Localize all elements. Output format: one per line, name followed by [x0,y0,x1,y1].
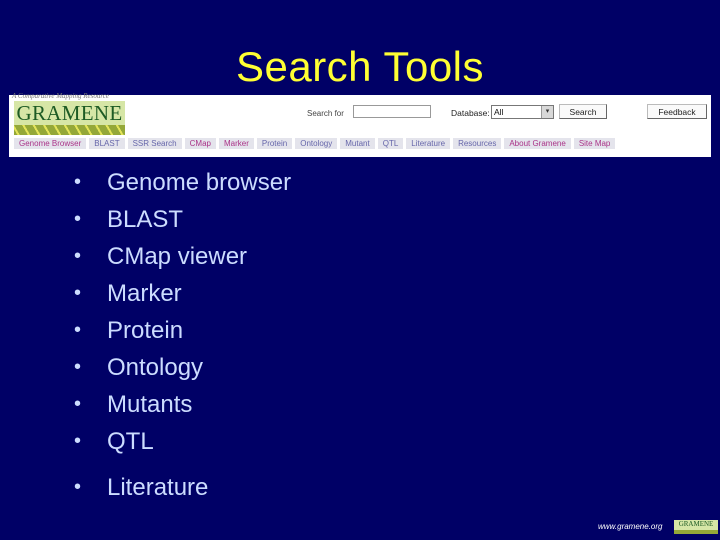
chevron-down-icon[interactable]: ▾ [541,106,553,118]
nav-tab-qtl[interactable]: QTL [377,138,404,149]
bullet-text: Genome browser [107,169,292,196]
gramene-logo-text: GRAMENE [16,101,123,125]
gramene-logo[interactable]: GRAMENE [14,101,125,135]
gramene-header-screenshot: A Comparative Mapping Resource GRAMENE S… [9,92,711,157]
nav-tab-cmap[interactable]: CMap [184,138,216,149]
search-label: Search for [307,109,344,118]
nav-tab-literature[interactable]: Literature [406,138,451,149]
bullet-text: CMap viewer [107,243,248,270]
nav-tab-protein[interactable]: Protein [256,138,293,149]
bullet-text: BLAST [107,206,184,233]
footer-url: www.gramene.org [598,522,663,531]
bullet-dot-icon: • [74,356,82,378]
bullet-item: • Mutants [74,386,291,423]
bullet-dot-icon: • [74,430,82,452]
nav-tab-mutant[interactable]: Mutant [340,138,375,149]
bullet-dot-icon: • [74,208,82,230]
bullet-text: Mutants [107,391,193,418]
nav-bar: Genome Browser BLAST SSR Search CMap Marker P… [14,138,616,149]
bullet-dot-icon: • [74,282,82,304]
wheat-pattern-icon [14,125,125,135]
database-label: Database: [451,108,490,118]
footer-gramene-logo: GRAMENE [674,520,718,534]
bullet-item: • Genome browser [74,164,291,201]
nav-tab-blast[interactable]: BLAST [89,138,125,149]
bullet-dot-icon: • [74,393,82,415]
nav-tab-site-map[interactable]: Site Map [573,138,616,149]
bullet-text: QTL [107,428,154,455]
bullet-item: • Ontology [74,349,291,386]
bullet-text: Ontology [107,354,204,381]
gramene-tagline: A Comparative Mapping Resource [12,92,110,100]
bullet-item: • Literature [74,469,291,506]
search-button[interactable]: Search [559,104,607,119]
bullet-text: Literature [107,474,209,501]
bullet-dot-icon: • [74,245,82,267]
bullet-item: • Marker [74,275,291,312]
bullet-dot-icon: • [74,171,82,193]
bullet-list: • Genome browser • BLAST • CMap viewer • Marker… [74,164,291,506]
database-selected-value: All [494,107,504,117]
nav-tab-about-gramene[interactable]: About Gramene [504,138,571,149]
bullet-dot-icon: • [74,319,82,341]
bullet-dot-icon: • [74,476,82,498]
nav-tab-genome-browser[interactable]: Genome Browser [14,138,87,149]
search-input[interactable] [353,105,431,118]
bullet-item: • QTL [74,423,291,460]
database-select[interactable]: All ▾ [491,105,554,119]
nav-tab-ontology[interactable]: Ontology [295,138,338,149]
nav-tab-ssr-search[interactable]: SSR Search [127,138,182,149]
footer-logo-text: GRAMENE [678,520,714,528]
slide-title: Search Tools [235,43,485,90]
nav-tab-marker[interactable]: Marker [218,138,254,149]
bullet-text: Protein [107,317,184,344]
feedback-button[interactable]: Feedback [647,104,707,119]
bullet-item: • Protein [74,312,291,349]
bullet-text: Marker [107,280,182,307]
nav-tab-resources[interactable]: Resources [453,138,502,149]
bullet-item: • CMap viewer [74,238,291,275]
bullet-item: • BLAST [74,201,291,238]
